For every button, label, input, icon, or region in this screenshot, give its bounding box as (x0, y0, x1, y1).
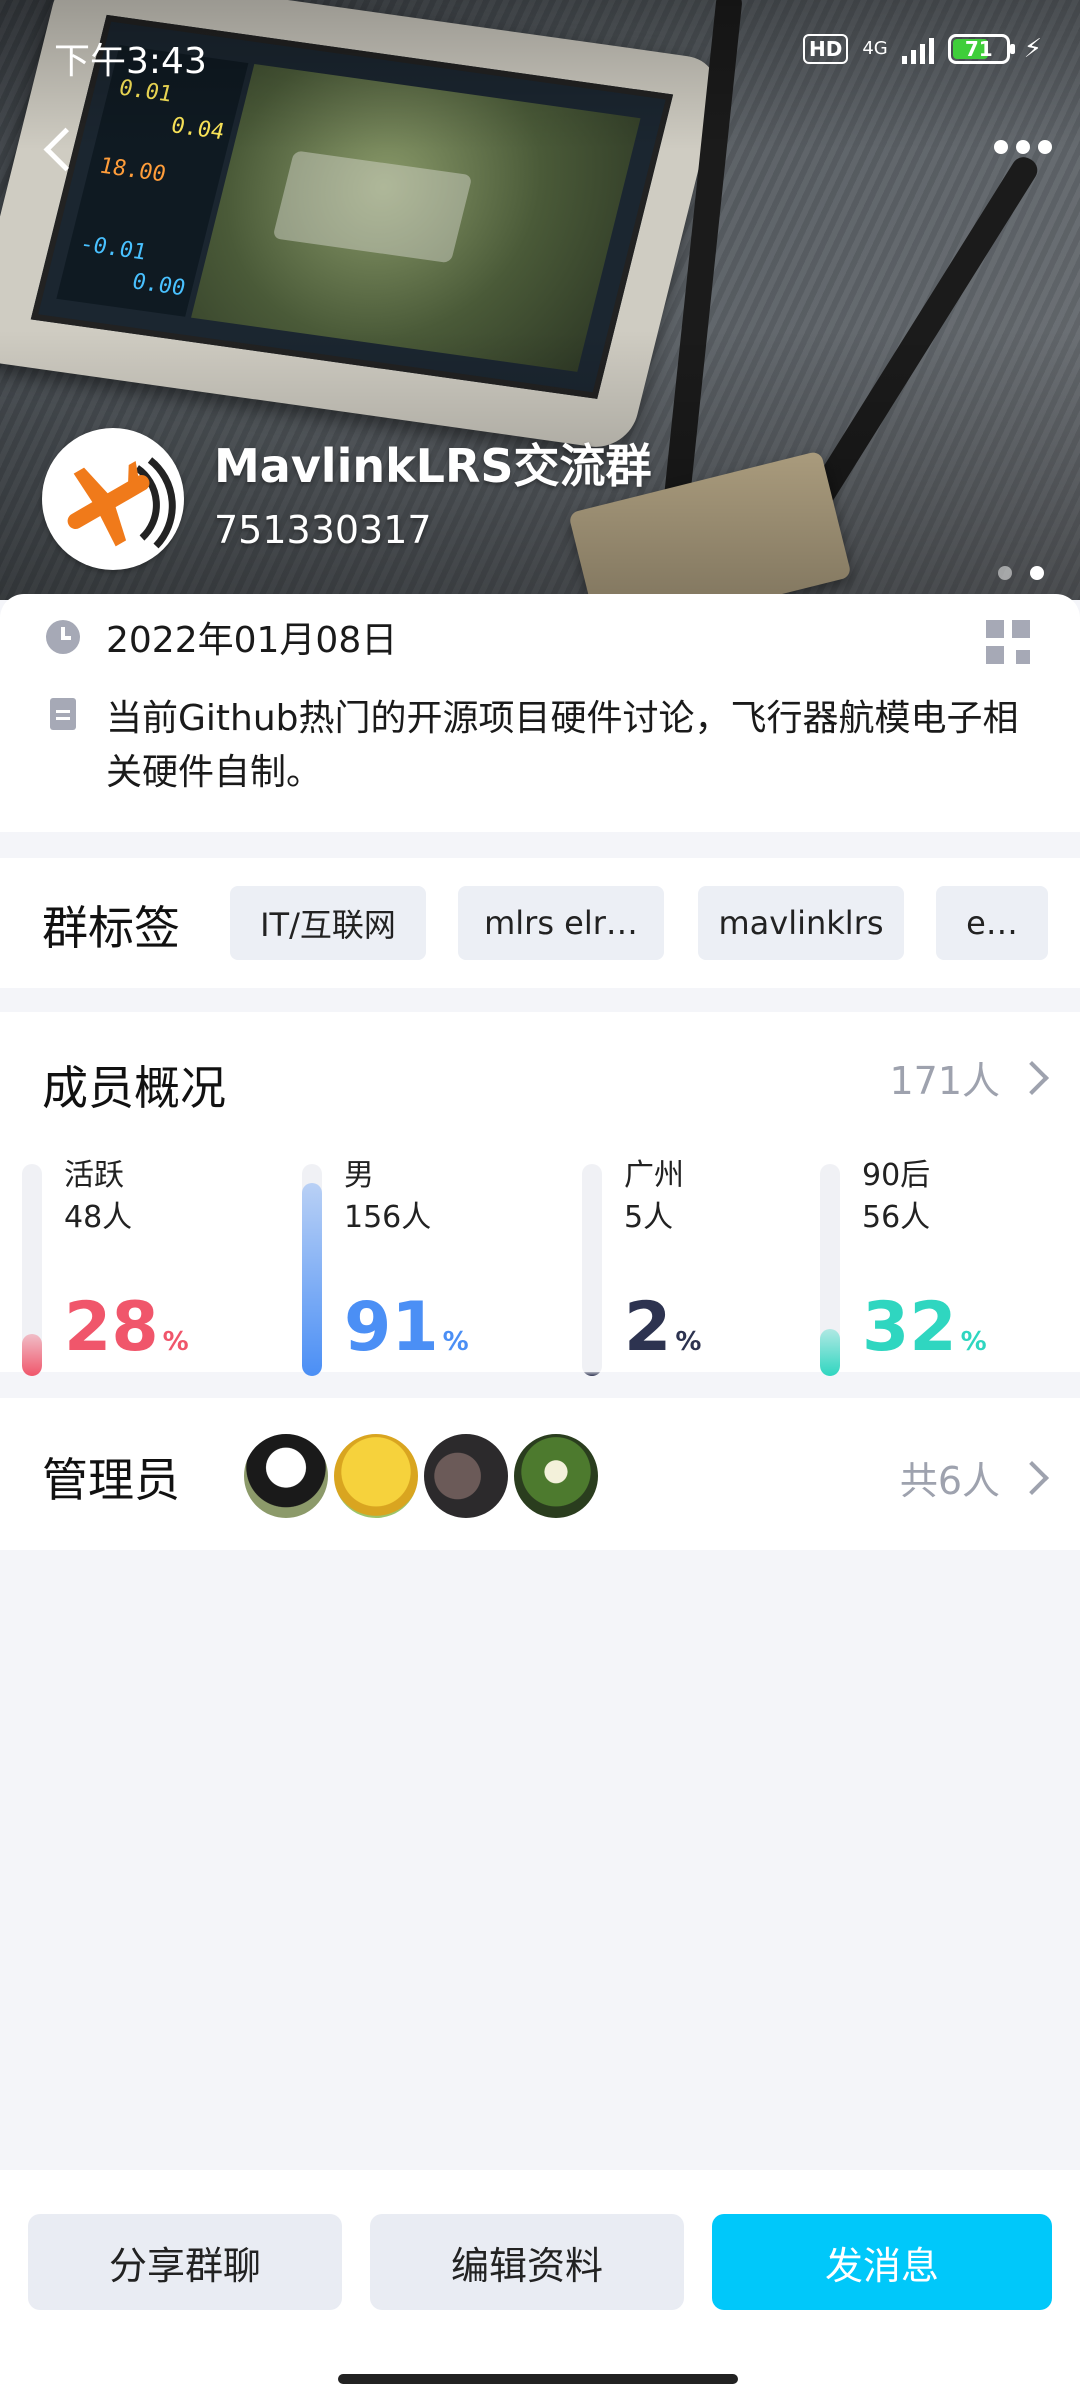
stat-label: 男 (344, 1158, 374, 1193)
tag-chip[interactable]: e… (936, 886, 1048, 960)
clock-icon (46, 620, 80, 654)
stat-percent: 28% (64, 1288, 189, 1367)
group-id: 751330317 (214, 508, 432, 552)
stat-count: 56人 (862, 1200, 931, 1235)
group-info-card: 2022年01月08日 当前Github热门的开源项目硬件讨论，飞行器航模电子相… (0, 594, 1080, 832)
qr-code-icon[interactable] (986, 620, 1030, 664)
battery-icon: 71 (947, 34, 1015, 64)
stat-count: 48人 (64, 1200, 133, 1235)
group-description: 当前Github热门的开源项目硬件讨论，飞行器航模电子相关硬件自制。 (106, 698, 1019, 793)
member-total[interactable]: 171人 (889, 1050, 1049, 1105)
admin-avatar[interactable] (512, 1432, 600, 1520)
stat-bar (302, 1164, 322, 1376)
admin-avatar[interactable] (332, 1432, 420, 1520)
bottom-action-bar: 分享群聊 编辑资料 发消息 (0, 2170, 1080, 2400)
tag-chip[interactable]: IT/互联网 (230, 886, 426, 960)
admin-total[interactable]: 共6人 (899, 1450, 1049, 1505)
home-indicator[interactable] (338, 2374, 738, 2384)
member-overview-section[interactable]: 成员概况 171人 活跃 48人 28% 男 156人 91% 广州 5人 2%… (0, 1012, 1080, 1376)
more-options-button[interactable] (994, 140, 1052, 154)
airplane-logo-icon (67, 457, 176, 549)
hd-icon: HD (802, 34, 849, 64)
member-total-count: 171人 (889, 1059, 1000, 1103)
created-date: 2022年01月08日 (106, 620, 398, 661)
tag-chip[interactable]: mlrs elr… (458, 886, 664, 960)
carousel-indicator (998, 566, 1044, 580)
group-name: MavlinkLRS交流群 (214, 439, 652, 493)
admin-avatar[interactable] (242, 1432, 330, 1520)
members-title: 成员概况 (42, 1061, 226, 1115)
stat-label: 90后 (862, 1158, 931, 1193)
admin-total-count: 共6人 (899, 1459, 1000, 1503)
group-tags-section: 群标签 IT/互联网 mlrs elr… mavlinklrs e… (0, 858, 1080, 988)
admin-avatar[interactable] (422, 1432, 510, 1520)
stat-percent: 91% (344, 1288, 469, 1367)
network-type: 4G (862, 38, 888, 59)
description-icon (50, 698, 76, 730)
send-message-button[interactable]: 发消息 (712, 2214, 1052, 2310)
stat-bar (820, 1164, 840, 1376)
stat-percent: 2% (624, 1288, 702, 1367)
back-button[interactable] (40, 122, 80, 182)
battery-level: 71 (964, 37, 993, 61)
stat-percent: 32% (862, 1288, 987, 1367)
edit-profile-button[interactable]: 编辑资料 (370, 2214, 684, 2310)
status-time: 下午3:43 (54, 41, 207, 82)
stat-count: 5人 (624, 1200, 674, 1235)
admins-title: 管理员 (42, 1453, 180, 1507)
signal-icon (901, 34, 934, 64)
charging-icon: ⚡ (1023, 34, 1042, 64)
share-group-button[interactable]: 分享群聊 (28, 2214, 342, 2310)
stat-bar (22, 1164, 42, 1376)
admins-section[interactable]: 管理员 共6人 (0, 1398, 1080, 1550)
chevron-right-icon (1015, 1060, 1049, 1095)
chevron-right-icon (1015, 1460, 1049, 1495)
tags-title: 群标签 (42, 901, 180, 955)
stat-count: 156人 (344, 1200, 432, 1235)
stat-label: 活跃 (64, 1158, 124, 1193)
group-avatar[interactable] (42, 428, 184, 570)
stat-bar (582, 1164, 602, 1376)
status-icons: HD 4G 71 ⚡ (802, 34, 1042, 64)
tag-chip[interactable]: mavlinklrs (698, 886, 904, 960)
stat-label: 广州 (624, 1158, 684, 1193)
